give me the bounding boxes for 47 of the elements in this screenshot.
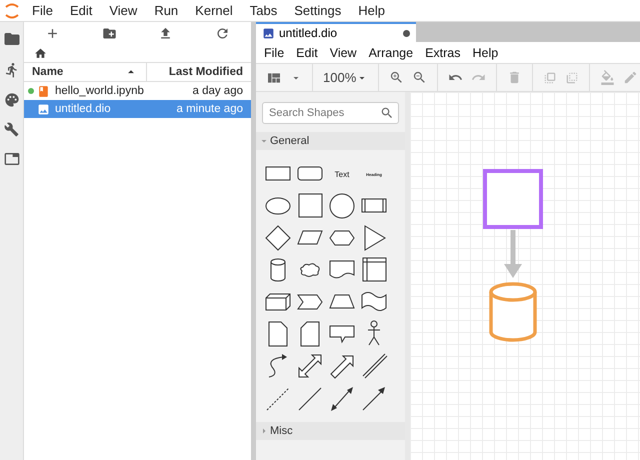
menu-item[interactable]: Help	[472, 46, 498, 60]
image-file-icon	[37, 102, 50, 116]
column-header[interactable]: Name	[32, 66, 64, 78]
menu-item[interactable]: View	[109, 3, 138, 18]
editor-tab[interactable]: untitled.dio	[256, 22, 416, 42]
menu-item[interactable]: Run	[154, 3, 178, 18]
image-file-icon	[262, 26, 275, 40]
menu-item[interactable]: Help	[358, 3, 385, 18]
palette-icon[interactable]	[4, 92, 20, 108]
wrench-icon[interactable]	[4, 122, 19, 137]
line-color-icon[interactable]	[623, 70, 638, 85]
unsaved-dot[interactable]	[403, 30, 410, 36]
running-icon[interactable]	[4, 62, 20, 78]
section-header[interactable]: General	[256, 132, 405, 150]
menu-item[interactable]: File	[32, 3, 53, 18]
circle-icon[interactable]	[327, 191, 357, 221]
zoom-in-icon[interactable]	[389, 70, 404, 85]
menu-item[interactable]: File	[264, 46, 284, 60]
section-header[interactable]: Misc	[256, 422, 405, 440]
menu-item[interactable]: Settings	[294, 3, 342, 18]
zoom-dropdown[interactable]: 100%	[323, 70, 368, 85]
tab-title: untitled.dio	[279, 26, 338, 40]
home-icon[interactable]	[34, 46, 47, 60]
zoom-out-icon[interactable]	[412, 70, 428, 85]
menu-item[interactable]: Tabs	[250, 3, 278, 18]
folder-icon[interactable]	[2, 30, 20, 48]
menu-item[interactable]: View	[330, 46, 357, 60]
diamond-icon[interactable]	[263, 223, 293, 253]
modified-time: a day ago	[192, 85, 243, 97]
menu-item[interactable]: Kernel	[195, 3, 233, 18]
tab-icon[interactable]	[4, 151, 20, 167]
file-name: hello_world.ipynb	[55, 85, 145, 97]
modified-time: a minute ago	[176, 103, 243, 115]
column-header[interactable]: Last Modified	[168, 66, 243, 78]
fill-color-icon[interactable]	[600, 70, 616, 85]
text-shape[interactable]: Text	[334, 170, 350, 178]
search-icon	[380, 106, 394, 120]
menu-item[interactable]: Edit	[70, 3, 92, 18]
menu-item[interactable]: Extras	[425, 46, 460, 60]
file-name: untitled.dio	[55, 103, 112, 115]
refresh-icon[interactable]	[215, 26, 230, 40]
menu-item[interactable]: Edit	[296, 46, 318, 60]
notebook-icon	[37, 84, 50, 98]
search-box[interactable]: Search Shapes	[262, 102, 399, 124]
menu-item[interactable]: Arrange	[368, 46, 414, 60]
search-field[interactable]: Search Shapes	[267, 106, 380, 120]
new-folder-icon[interactable]	[102, 26, 117, 40]
